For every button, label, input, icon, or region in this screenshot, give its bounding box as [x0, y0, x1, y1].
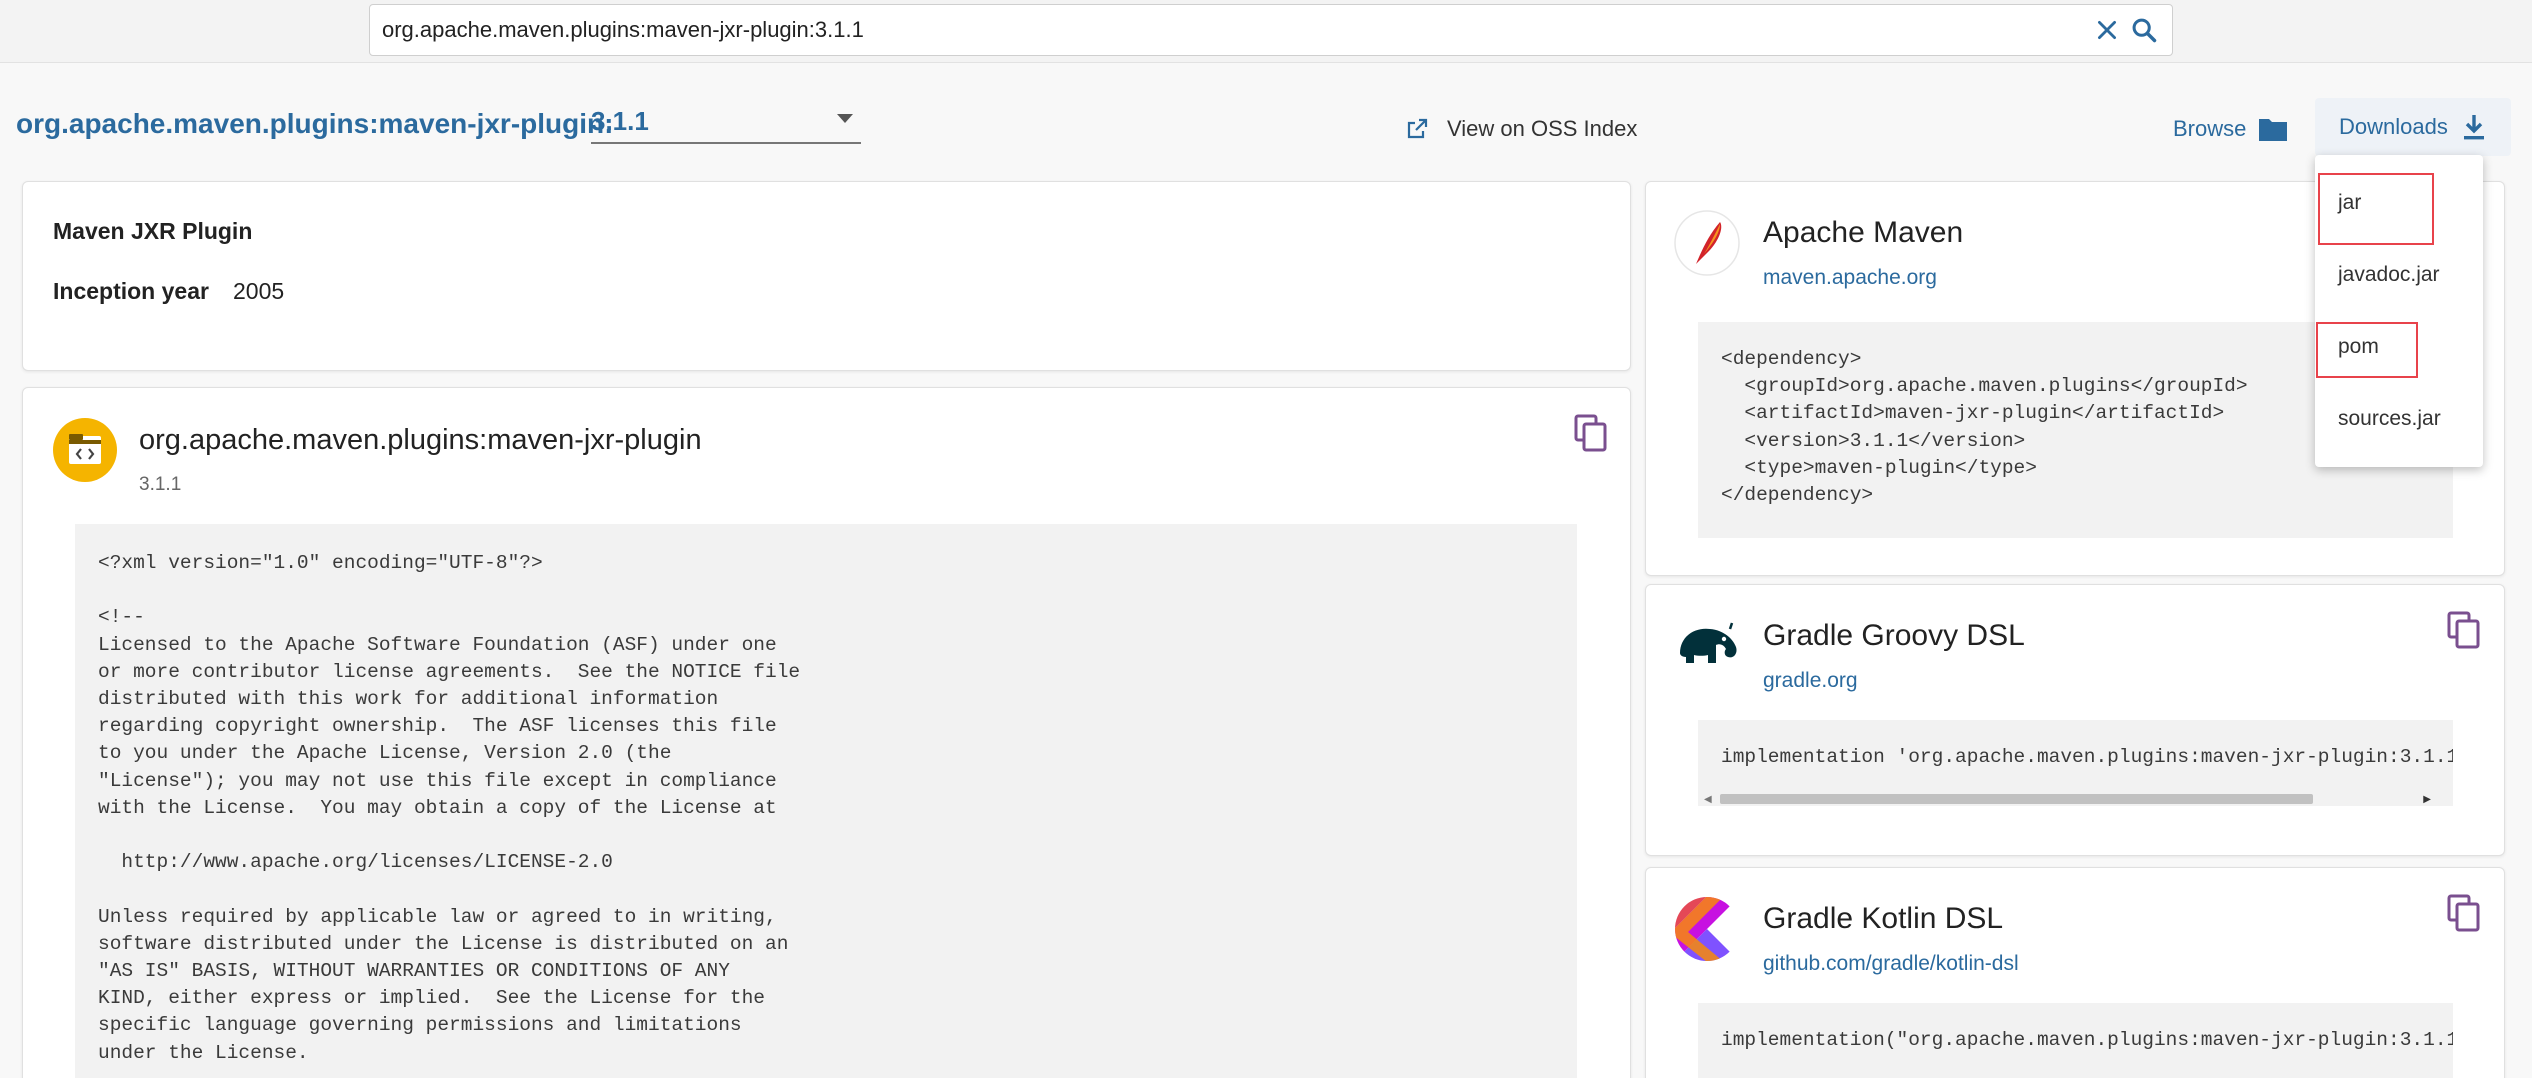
- highlight-box-jar: [2318, 173, 2434, 245]
- pom-title: org.apache.maven.plugins:maven-jxr-plugi…: [139, 424, 702, 456]
- copy-icon[interactable]: [2447, 611, 2481, 649]
- copy-icon[interactable]: [1574, 414, 1608, 452]
- download-item-label: sources.jar: [2338, 407, 2441, 430]
- search-box[interactable]: [369, 4, 2173, 56]
- inception-year-label: Inception year: [53, 278, 209, 304]
- scrollbar-thumb[interactable]: [1720, 794, 2313, 804]
- version-value: 3.1.1: [591, 106, 649, 136]
- gradle-elephant-icon: [1680, 622, 1737, 663]
- pom-version: 3.1.1: [139, 474, 182, 495]
- project-name: Maven JXR Plugin: [53, 218, 253, 244]
- gradle-kotlin-code-block: implementation("org.apache.maven.plugins…: [1698, 1003, 2453, 1078]
- apache-feather-icon: [1674, 210, 1740, 276]
- scroll-right-icon[interactable]: ▶: [2423, 794, 2431, 805]
- horizontal-scrollbar[interactable]: ◀ ▶: [1698, 790, 2453, 806]
- code-folder-icon: [53, 418, 117, 482]
- artifact-title: org.apache.maven.plugins:maven-jxr-plugi…: [16, 108, 614, 139]
- download-item-label: javadoc.jar: [2338, 263, 2440, 286]
- copy-icon[interactable]: [2447, 894, 2481, 932]
- downloads-menu: jar javadoc.jar pom sources.jar: [2315, 155, 2483, 467]
- version-select[interactable]: 3.1.1: [591, 100, 861, 144]
- view-on-oss-index-link[interactable]: View on OSS Index: [1405, 112, 1637, 146]
- downloads-button[interactable]: Downloads: [2315, 98, 2511, 156]
- gradle-groovy-title: Gradle Groovy DSL: [1763, 619, 2025, 652]
- search-input[interactable]: [382, 5, 2082, 55]
- highlight-box-pom: [2316, 322, 2418, 378]
- pom-code-block: <?xml version="1.0" encoding="UTF-8"?> <…: [75, 524, 1577, 1078]
- chevron-down-icon: [837, 114, 853, 123]
- kotlin-logo-icon: [1675, 897, 1739, 961]
- browse-label: Browse: [2173, 116, 2247, 141]
- download-item-javadoc-jar[interactable]: javadoc.jar: [2315, 241, 2483, 313]
- gradle-groovy-link[interactable]: gradle.org: [1763, 669, 1858, 693]
- gradle-kotlin-link[interactable]: github.com/gradle/kotlin-dsl: [1763, 952, 2019, 976]
- top-search-bar: [0, 0, 2532, 63]
- gradle-groovy-code-block: implementation 'org.apache.maven.plugins…: [1698, 720, 2453, 790]
- download-item-sources-jar[interactable]: sources.jar: [2315, 385, 2483, 457]
- search-icon[interactable]: [2130, 16, 2158, 44]
- gradle-kotlin-title: Gradle Kotlin DSL: [1763, 902, 2004, 935]
- gradle-kotlin-snippet-card: Gradle Kotlin DSL github.com/gradle/kotl…: [1645, 867, 2505, 1078]
- browse-button[interactable]: Browse: [2173, 112, 2288, 146]
- downloads-label: Downloads: [2339, 114, 2448, 139]
- close-icon[interactable]: [2094, 17, 2120, 43]
- pom-card: org.apache.maven.plugins:maven-jxr-plugi…: [22, 387, 1631, 1078]
- scroll-left-icon[interactable]: ◀: [1704, 794, 1712, 805]
- maven-title: Apache Maven: [1763, 216, 1964, 249]
- external-link-icon: [1407, 118, 1428, 139]
- gradle-groovy-snippet-card: Gradle Groovy DSL gradle.org implementat…: [1645, 584, 2505, 856]
- metadata-card: Maven JXR Plugin Inception year 2005: [22, 181, 1631, 371]
- inception-year-value: 2005: [233, 278, 285, 304]
- oss-link-label: View on OSS Index: [1447, 116, 1638, 141]
- folder-icon: [2259, 119, 2288, 141]
- maven-link[interactable]: maven.apache.org: [1763, 266, 1937, 290]
- download-icon: [2463, 115, 2484, 140]
